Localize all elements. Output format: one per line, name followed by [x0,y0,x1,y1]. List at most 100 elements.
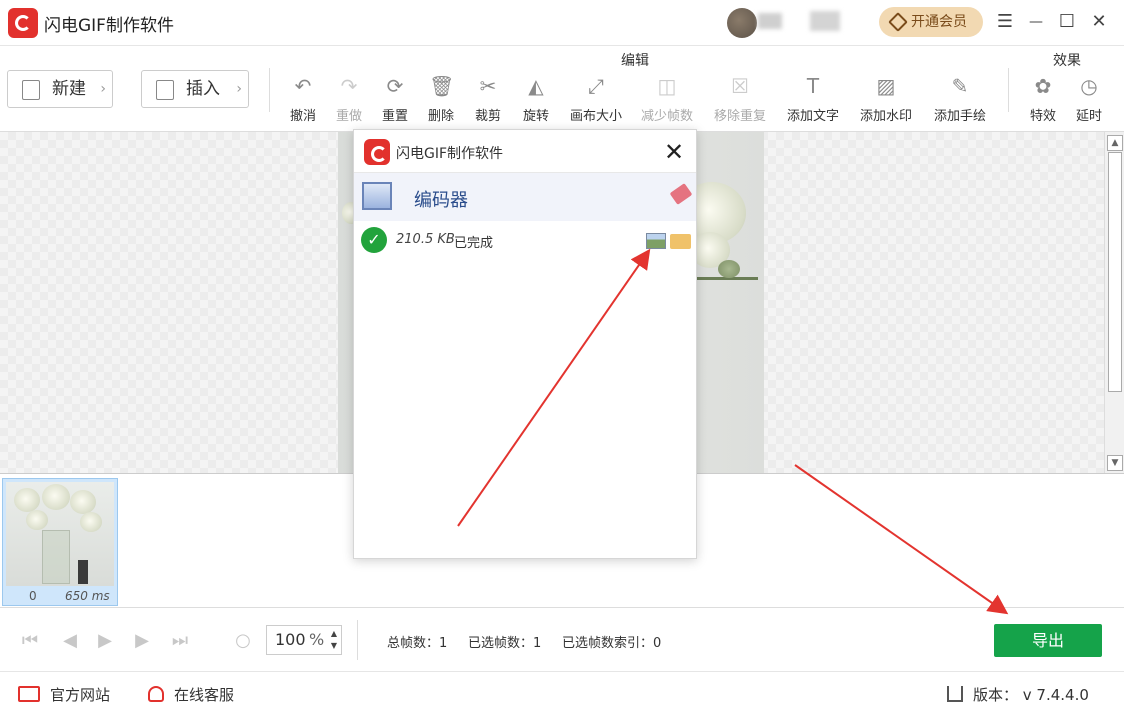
monitor-icon [18,686,40,702]
app-logo-icon [364,139,390,165]
dialog-title: 闪电GIF制作软件 [396,146,504,162]
diamond-icon [888,12,908,32]
tool-label: 减少帧数 [640,109,693,124]
canvas-size-icon: ⤢ [588,74,604,98]
tool-timer[interactable]: ◷ 延时 [1063,74,1115,126]
account-blur [810,11,840,31]
effects-group-label: 效果 [1053,53,1081,69]
view-image-icon[interactable] [646,233,666,249]
eraser-icon[interactable] [669,183,693,205]
selected-frames: 已选帧数：1 [468,636,542,651]
new-label: 新建 [52,79,86,99]
chevron-right-icon: › [100,81,106,97]
open-folder-icon[interactable] [670,234,691,249]
zoom-stepper-icon[interactable]: ▲ ▼ [331,628,337,652]
new-file-icon [22,80,40,100]
minimize-button[interactable]: — [1024,10,1048,34]
first-frame-icon[interactable]: ⏮ [18,630,42,652]
frame-image [6,482,114,586]
support-link[interactable]: 在线客服 [148,684,234,705]
tool-label: 移除重复 [713,109,766,124]
tool-remove-duplicate[interactable]: ☒ 移除重复 [714,74,766,126]
tool-pencil[interactable]: ✎ 添加手绘 [934,74,986,126]
next-frame-icon[interactable]: ▶ [130,630,154,652]
insert-icon [156,80,174,100]
zoom-unit: % [309,630,325,649]
avatar[interactable] [727,8,757,38]
frame-thumbnail[interactable]: 0 650 ms [2,478,118,606]
tool-canvas-size[interactable]: ⤢ 画布大小 [570,74,622,126]
tool-label: 添加文字 [786,109,839,124]
zoom-input[interactable]: 100 % ▲ ▼ [266,625,342,655]
chevron-right-icon: › [236,81,242,97]
scroll-thumb[interactable] [1108,152,1122,392]
timer-icon: ◷ [1080,74,1098,98]
insert-button[interactable]: 插入 › [141,70,249,108]
app-title: 闪电GIF制作软件 [44,16,174,36]
tool-watermark[interactable]: ▨ 添加水印 [860,74,912,126]
controls-divider [357,620,358,660]
play-icon[interactable]: ▶ [93,630,117,652]
frame-duration: 650 ms [65,589,110,603]
website-link[interactable]: 官方网站 [18,684,110,705]
tool-reduce-frames[interactable]: ◫ 减少帧数 [641,74,693,126]
frame-index: 0 [29,589,37,603]
vip-button[interactable]: 开通会员 [879,7,983,37]
edit-group-label: 编辑 [621,53,649,69]
tool-label: 画布大小 [569,109,622,124]
encoder-image-icon [362,182,392,210]
scissors-icon: ✂ [479,74,497,98]
username-blur [758,13,782,29]
tool-label: 延时 [1075,109,1102,124]
vertical-scrollbar[interactable]: ▲ ▼ [1104,132,1124,473]
tool-label: 添加手绘 [933,109,986,124]
title-bar: 闪电GIF制作软件 开通会员 ☰ — ☐ ✕ [0,0,1124,46]
total-frames: 总帧数：1 [387,636,448,651]
prev-frame-icon[interactable]: ◀ [58,630,82,652]
version-info[interactable]: 版本： v 7.4.4.0 [947,684,1089,705]
pencil-icon: ✎ [951,74,969,98]
encode-status: 已完成 [454,236,494,251]
remove-duplicate-icon: ☒ [731,74,749,98]
undo-icon: ↶ [294,74,312,98]
tool-label: 添加水印 [859,109,912,124]
selected-frame-index: 已选帧数索引：0 [562,636,662,651]
encode-result-row: ✓ 210.5 KB 已完成 [354,221,696,261]
encoder-label: 编码器 [414,190,468,211]
vip-label: 开通会员 [911,14,967,30]
encoder-section: 编码器 [354,173,696,221]
trash-icon: 🗑 [429,74,455,98]
menu-icon[interactable]: ☰ [993,10,1017,34]
person-icon [148,686,164,702]
file-size: 210.5 KB [396,232,455,247]
maximize-button[interactable]: ☐ [1055,10,1079,34]
tool-text[interactable]: T 添加文字 [787,74,839,126]
website-label: 官方网站 [50,686,111,704]
close-button[interactable]: ✕ [1087,10,1111,34]
scroll-up-icon[interactable]: ▲ [1107,135,1123,151]
watermark-icon: ▨ [876,74,896,98]
new-button[interactable]: 新建 › [7,70,113,108]
redo-icon: ↷ [340,74,358,98]
dialog-header: 闪电GIF制作软件 ✕ [354,130,696,173]
download-icon [947,686,963,702]
text-icon: T [806,74,820,98]
zoom-icon[interactable]: ○ [231,630,255,652]
success-check-icon: ✓ [361,227,387,253]
last-frame-icon[interactable]: ⏭ [168,630,192,652]
rotate-icon: ◭ [528,74,544,98]
toolbar: 新建 › 插入 › 编辑 效果 ↶ 撤消 ↷ 重做 ⟳ 重置 🗑 删除 ✂ 裁剪 ◭ 旋转 ⤢ 画布大小 ◫… [0,46,1124,132]
dialog-close-icon[interactable]: ✕ [664,138,684,166]
scroll-down-icon[interactable]: ▼ [1107,455,1123,471]
version-label: 版本： v 7.4.4.0 [973,686,1089,704]
effects-icon: ✿ [1034,74,1052,98]
support-label: 在线客服 [174,686,235,704]
zoom-value: 100 [275,630,306,649]
reduce-frames-icon: ◫ [657,74,677,98]
tool-rotate[interactable]: ◭ 旋转 [510,74,562,126]
export-button[interactable]: 导出 [994,624,1102,657]
playback-controls: ⏮ ◀ ▶ ▶ ⏭ ○ 100 % ▲ ▼ 总帧数：1 已选帧数：1 已选帧数索引… [0,608,1124,672]
encoder-dialog: 闪电GIF制作软件 ✕ 编码器 ✓ 210.5 KB 已完成 [353,129,697,559]
insert-label: 插入 [186,79,220,99]
status-bar: 官方网站 在线客服 版本： v 7.4.4.0 [0,672,1124,710]
